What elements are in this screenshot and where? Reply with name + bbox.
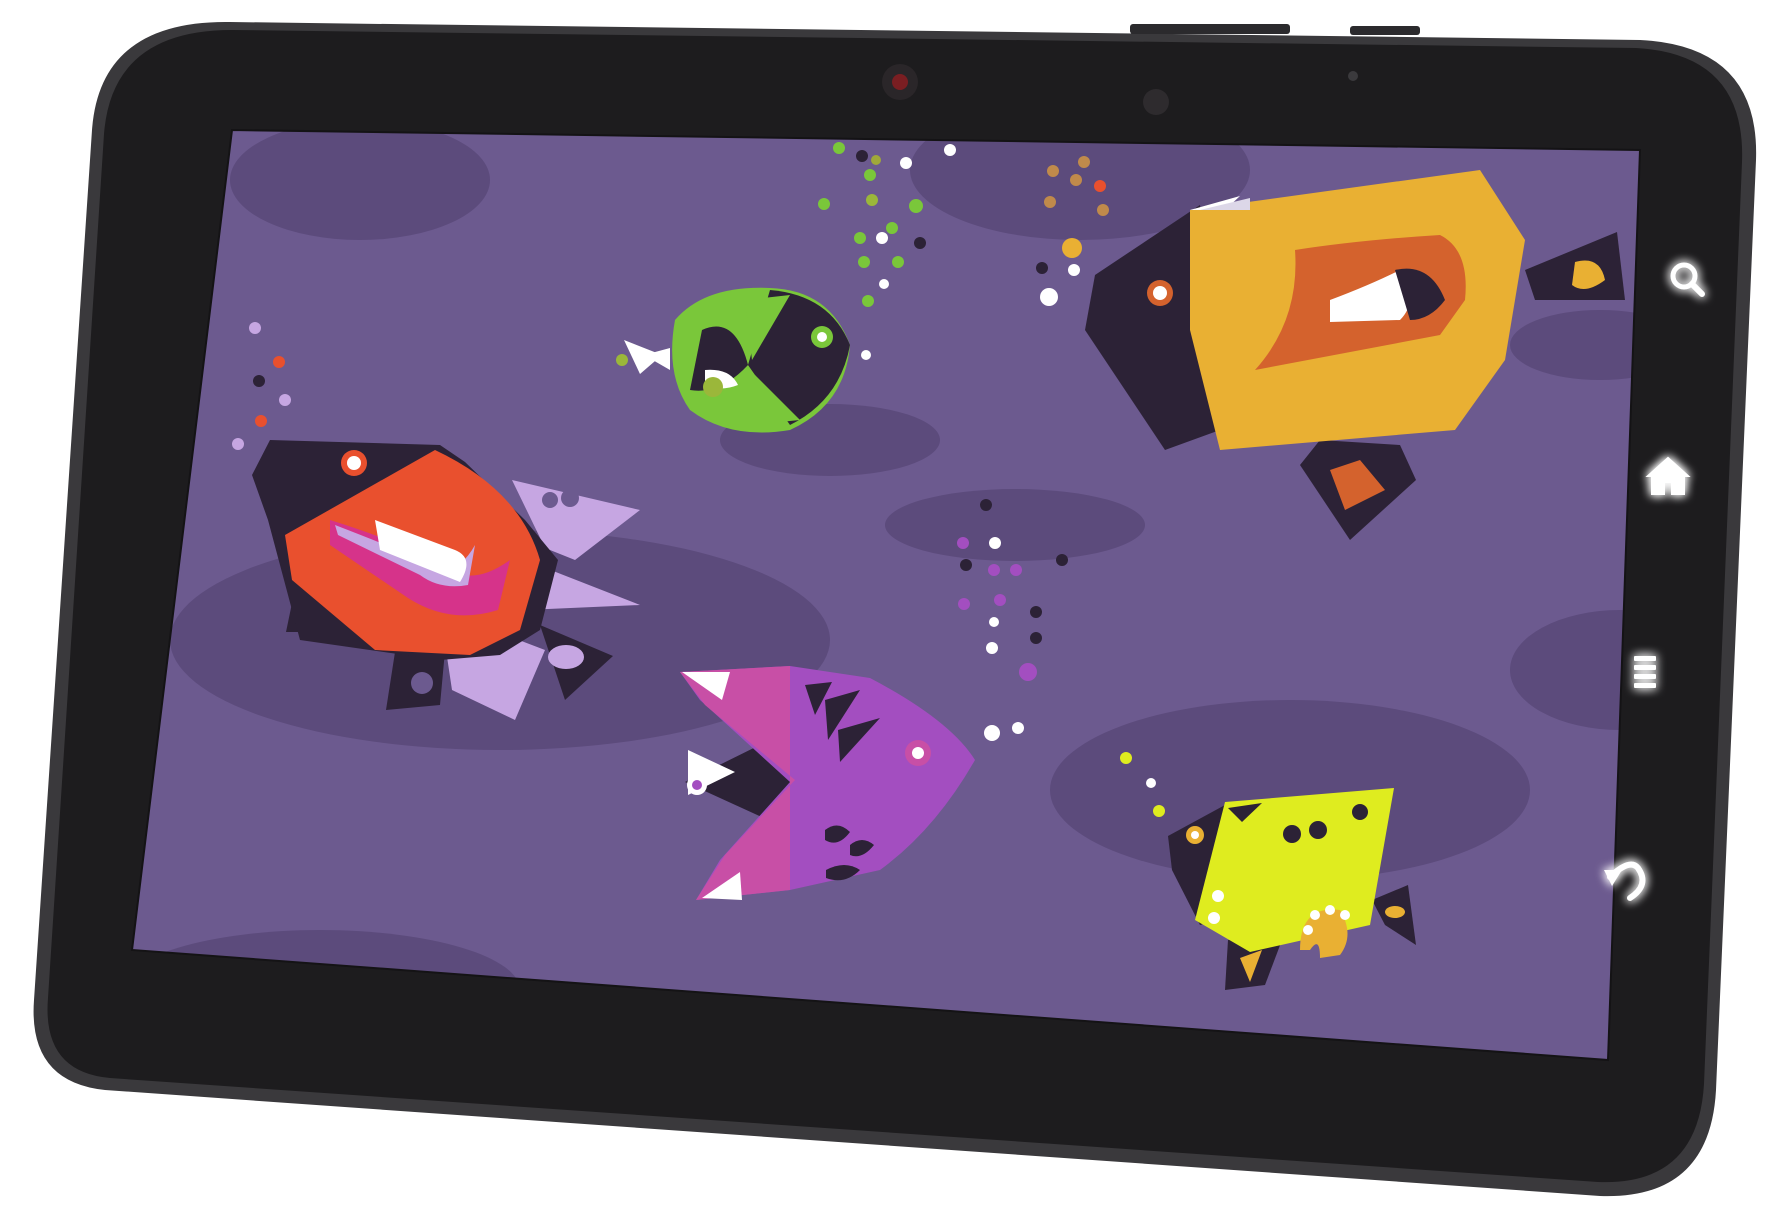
power-button — [1130, 24, 1290, 34]
volume-button — [1350, 26, 1420, 35]
screen — [132, 130, 1640, 1060]
front-camera — [882, 64, 918, 100]
indicator-led — [1348, 71, 1358, 81]
light-sensor — [1143, 89, 1169, 115]
tablet-photo — [0, 0, 1786, 1207]
tablet-illustration — [33, 21, 1757, 1197]
